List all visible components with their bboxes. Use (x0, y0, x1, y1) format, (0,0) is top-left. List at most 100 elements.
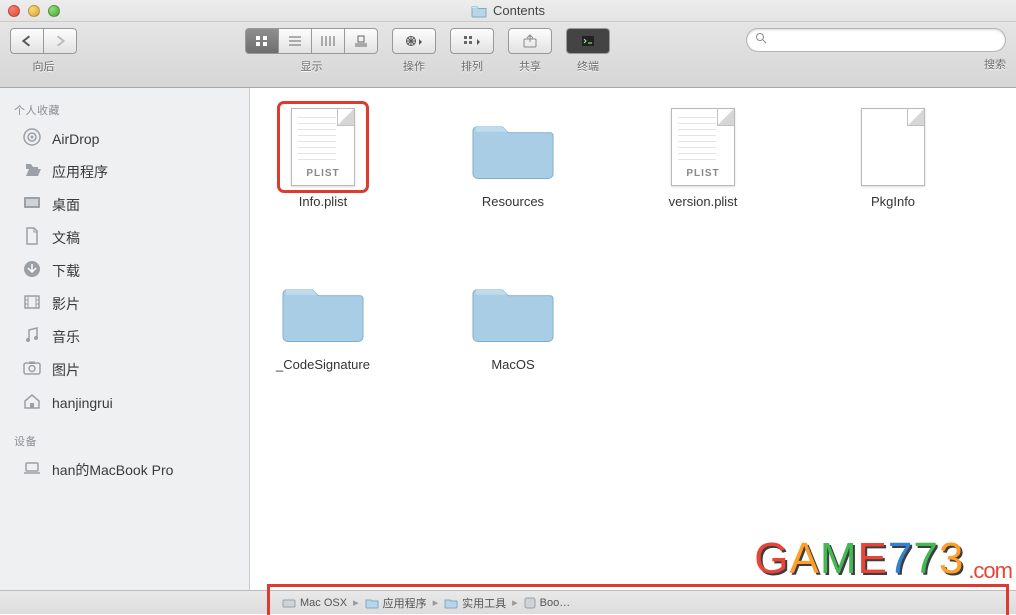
view-label: 显示 (301, 58, 323, 74)
titlebar: Contents (0, 0, 1016, 22)
folder-icon (444, 597, 458, 609)
path-label: 应用程序 (383, 595, 427, 611)
sidebar-item-pictures[interactable]: 图片 (0, 353, 249, 386)
folder-icon (471, 4, 487, 18)
plist-icon: PLIST (662, 106, 744, 188)
file-label: Info.plist (299, 194, 347, 209)
home-icon (22, 391, 42, 414)
sidebar-item-label: 桌面 (52, 195, 80, 215)
file-label: PkgInfo (871, 194, 915, 209)
icon-grid: PLIST Info.plist Resources PLIST version… (250, 88, 1016, 390)
search-icon (755, 31, 767, 49)
forward-button[interactable] (43, 28, 77, 54)
file-item[interactable]: PLIST Info.plist (268, 106, 378, 209)
path-segment[interactable]: 实用工具 (440, 595, 510, 611)
terminal-button[interactable] (566, 28, 610, 54)
sidebar-item-label: 文稿 (52, 228, 80, 248)
airdrop-icon (22, 127, 42, 150)
sidebar-item-label: han的MacBook Pro (52, 460, 173, 480)
sidebar: 个人收藏 AirDrop 应用程序 桌面 文稿 下载 影片 音乐 (0, 88, 250, 590)
sidebar-item-downloads[interactable]: 下载 (0, 254, 249, 287)
chevron-right-icon: ▸ (431, 596, 441, 609)
minimize-icon[interactable] (28, 5, 40, 17)
chevron-right-icon: ▸ (351, 596, 361, 609)
search-label: 搜索 (984, 56, 1006, 72)
sidebar-item-label: 下载 (52, 261, 80, 281)
folder-icon (365, 597, 379, 609)
sidebar-item-movies[interactable]: 影片 (0, 287, 249, 320)
file-label: _CodeSignature (276, 357, 370, 372)
file-label: Resources (482, 194, 544, 209)
back-button[interactable] (10, 28, 44, 54)
sidebar-item-label: 影片 (52, 294, 80, 314)
arrange-group: 排列 (450, 28, 494, 74)
action-button[interactable] (392, 28, 436, 54)
sidebar-item-music[interactable]: 音乐 (0, 320, 249, 353)
documents-icon (22, 226, 42, 249)
nav-group: 向后 (10, 28, 77, 74)
share-label: 共享 (519, 58, 541, 74)
view-coverflow-button[interactable] (344, 28, 378, 54)
file-item[interactable]: Resources (458, 106, 568, 209)
search-group: 搜索 (624, 28, 1006, 72)
path-segment[interactable]: Boo… (520, 597, 575, 609)
sidebar-devices-header: 设备 (0, 429, 249, 453)
sidebar-item-label: 音乐 (52, 327, 80, 347)
close-icon[interactable] (8, 5, 20, 17)
search-field[interactable] (746, 28, 1006, 52)
folder-icon (472, 106, 554, 188)
file-item[interactable]: PLIST version.plist (648, 106, 758, 209)
view-group: 显示 (245, 28, 378, 74)
nav-label: 向后 (33, 58, 55, 74)
window-title-text: Contents (493, 3, 545, 18)
path-label: Mac OSX (300, 597, 347, 609)
path-label: Boo… (540, 597, 571, 609)
apps-icon (22, 160, 42, 183)
file-item[interactable]: _CodeSignature (268, 269, 378, 372)
file-icon (852, 106, 934, 188)
sidebar-item-airdrop[interactable]: AirDrop (0, 122, 249, 155)
chevron-right-icon: ▸ (510, 596, 520, 609)
sidebar-item-home[interactable]: hanjingrui (0, 386, 249, 419)
file-item[interactable]: PkgInfo (838, 106, 948, 209)
share-group: 共享 (508, 28, 552, 74)
path-segment[interactable]: 应用程序 (361, 595, 431, 611)
view-list-button[interactable] (278, 28, 312, 54)
disk-icon (282, 597, 296, 609)
path-label: 实用工具 (462, 595, 506, 611)
file-item[interactable]: MacOS (458, 269, 568, 372)
main-split: 个人收藏 AirDrop 应用程序 桌面 文稿 下载 影片 音乐 (0, 88, 1016, 590)
share-button[interactable] (508, 28, 552, 54)
folder-icon (282, 269, 364, 351)
view-icons-button[interactable] (245, 28, 279, 54)
path-segment[interactable]: Mac OSX (278, 597, 351, 609)
sidebar-item-documents[interactable]: 文稿 (0, 221, 249, 254)
search-input[interactable] (773, 33, 997, 47)
zoom-icon[interactable] (48, 5, 60, 17)
sidebar-item-desktop[interactable]: 桌面 (0, 188, 249, 221)
sidebar-item-device[interactable]: han的MacBook Pro (0, 453, 249, 486)
sidebar-item-label: AirDrop (52, 131, 99, 147)
sidebar-item-label: 应用程序 (52, 162, 108, 182)
arrange-label: 排列 (461, 58, 483, 74)
view-columns-button[interactable] (311, 28, 345, 54)
terminal-label: 终端 (577, 58, 599, 74)
window-title: Contents (0, 3, 1016, 18)
sidebar-item-label: hanjingrui (52, 395, 113, 411)
terminal-group: 终端 (566, 28, 610, 74)
action-group: 操作 (392, 28, 436, 74)
action-label: 操作 (403, 58, 425, 74)
sidebar-item-applications[interactable]: 应用程序 (0, 155, 249, 188)
desktop-icon (22, 193, 42, 216)
plist-icon: PLIST (282, 106, 364, 188)
sidebar-item-label: 图片 (52, 360, 80, 380)
watermark: GAME773.com (754, 534, 1012, 584)
file-label: version.plist (669, 194, 738, 209)
pictures-icon (22, 358, 42, 381)
window-controls (8, 5, 60, 17)
arrange-button[interactable] (450, 28, 494, 54)
movies-icon (22, 292, 42, 315)
laptop-icon (22, 458, 42, 481)
sidebar-favorites-header: 个人收藏 (0, 98, 249, 122)
folder-icon (472, 269, 554, 351)
